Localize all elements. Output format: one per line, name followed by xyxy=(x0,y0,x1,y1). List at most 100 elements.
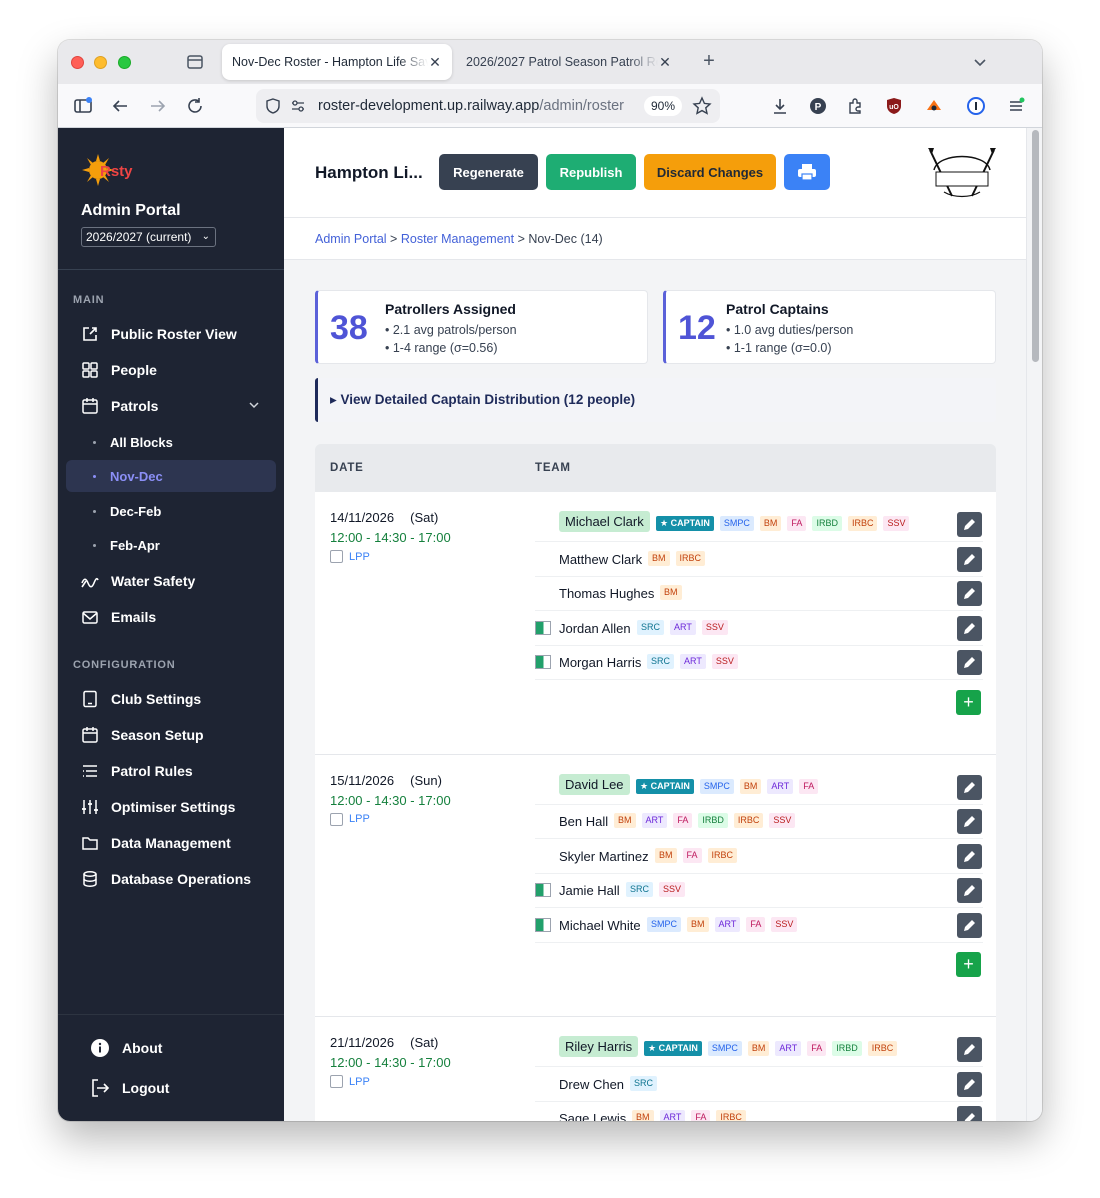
member-name[interactable]: David Lee xyxy=(559,773,630,795)
member-name[interactable]: Riley Harris xyxy=(559,1036,639,1057)
add-member-button[interactable]: + xyxy=(956,952,981,977)
add-member-button[interactable]: + xyxy=(956,689,981,715)
lpp-checkbox[interactable]: LPP xyxy=(330,1075,370,1088)
member-name[interactable]: Drew Chen xyxy=(559,1077,624,1092)
day-date: 21/11/2026 (Sat) xyxy=(330,1035,439,1050)
sidebar-item-patrol-rules[interactable]: Patrol Rules xyxy=(66,754,276,788)
close-icon[interactable]: ✕ xyxy=(658,54,672,71)
chevron-down-icon: ⌄ xyxy=(201,231,210,242)
member-name[interactable]: Matthew Clark xyxy=(559,552,642,567)
sidebar-item-water-safety[interactable]: Water Safety xyxy=(66,564,276,598)
main-content: Hampton Li... Regenerate Republish Disca… xyxy=(284,128,1026,1121)
member-name[interactable]: Thomas Hughes xyxy=(559,586,654,601)
sidebar-item-about[interactable]: About xyxy=(66,1031,276,1065)
edit-button[interactable] xyxy=(957,1037,982,1062)
sidebar-item-season-setup[interactable]: Season Setup xyxy=(66,718,276,752)
new-tab-icon[interactable]: + xyxy=(698,50,720,72)
member-name[interactable]: Ben Hall xyxy=(559,814,608,829)
forward-arrow-icon[interactable] xyxy=(148,96,168,116)
chevron-down-icon[interactable] xyxy=(970,52,990,72)
edit-button[interactable] xyxy=(957,878,982,903)
edit-button[interactable] xyxy=(957,581,982,606)
pencil-icon xyxy=(964,781,975,793)
season-select[interactable]: 2026/2027 (current) ⌄ xyxy=(81,227,216,247)
member-name[interactable]: Michael Clark xyxy=(559,511,650,532)
edit-button[interactable] xyxy=(957,809,982,834)
sidebar-subitem-nov-dec[interactable]: Nov-Dec xyxy=(66,460,276,492)
stat-card-captains: 12 Patrol Captains • 1.0 avg duties/pers… xyxy=(663,290,996,364)
sidebar-item-optimiser-settings[interactable]: Optimiser Settings xyxy=(66,790,276,824)
edit-button[interactable] xyxy=(957,546,982,572)
permissions-icon[interactable] xyxy=(290,98,306,114)
grid-icon xyxy=(82,362,98,378)
edit-button[interactable] xyxy=(957,1106,982,1121)
star-icon[interactable] xyxy=(692,96,712,116)
checkbox[interactable] xyxy=(330,1075,343,1088)
member-name[interactable]: Michael White xyxy=(559,918,641,933)
sidebar-item-people[interactable]: People xyxy=(66,353,276,387)
sidebar-item-public-roster-view[interactable]: Public Roster View xyxy=(66,317,276,351)
minimize-window-button[interactable] xyxy=(94,56,107,69)
lpp-checkbox[interactable]: LPP xyxy=(330,812,370,826)
checkbox[interactable] xyxy=(330,812,343,826)
password-manager-icon[interactable] xyxy=(966,96,986,116)
checkbox[interactable] xyxy=(330,550,343,563)
print-button[interactable] xyxy=(784,154,830,190)
edit-button[interactable] xyxy=(957,912,982,938)
member-name[interactable]: Morgan Harris xyxy=(559,655,641,670)
member-name[interactable]: Jamie Hall xyxy=(559,883,620,898)
sidebar-subitem-all-blocks[interactable]: All Blocks xyxy=(66,426,276,458)
zoom-level[interactable]: 90% xyxy=(644,96,683,116)
info-icon xyxy=(91,1039,109,1057)
close-icon[interactable]: ✕ xyxy=(428,54,442,71)
sidebar-item-patrols[interactable]: Patrols xyxy=(66,389,276,423)
sidebar-subitem-feb-apr[interactable]: Feb-Apr xyxy=(66,529,276,561)
edit-button[interactable] xyxy=(957,843,982,869)
qualification-badges: SRC xyxy=(630,1075,658,1091)
close-window-button[interactable] xyxy=(71,56,84,69)
url-text[interactable]: roster-development.up.railway.app/admin/… xyxy=(318,98,638,114)
member-name[interactable]: Sage Lewis xyxy=(559,1111,626,1121)
menu-icon[interactable] xyxy=(1006,96,1026,116)
sidebar-item-database-operations[interactable]: Database Operations xyxy=(66,862,276,896)
sidebar-toggle-icon[interactable] xyxy=(73,96,93,116)
maximize-window-button[interactable] xyxy=(118,56,131,69)
extension-fox-icon[interactable] xyxy=(924,96,944,116)
day-time: 12:00 - 14:30 - 17:00 xyxy=(330,1055,451,1070)
tab-overview-icon[interactable] xyxy=(186,53,204,71)
reload-icon[interactable] xyxy=(185,96,205,116)
sidebar-item-data-management[interactable]: Data Management xyxy=(66,826,276,860)
member-name[interactable]: Jordan Allen xyxy=(559,621,631,636)
browser-tab-active[interactable]: Nov-Dec Roster - Hampton Life Saving Clu… xyxy=(222,44,452,80)
day-block: 21/11/2026 (Sat) 12:00 - 14:30 - 17:00 LPP R… xyxy=(315,1017,996,1121)
breadcrumb-admin-portal[interactable]: Admin Portal xyxy=(315,232,387,246)
edit-button[interactable] xyxy=(957,512,982,537)
regenerate-button[interactable]: Regenerate xyxy=(439,154,538,190)
qualification-badge: IRBC xyxy=(867,1041,898,1056)
breadcrumb-roster-management[interactable]: Roster Management xyxy=(401,232,514,246)
url-bar[interactable]: roster-development.up.railway.app/admin/… xyxy=(256,89,720,123)
member-name[interactable]: Skyler Martinez xyxy=(559,849,649,864)
ublock-icon[interactable]: uO xyxy=(884,96,904,116)
captain-distribution-toggle[interactable]: ▸ View Detailed Captain Distribution (12… xyxy=(315,378,996,422)
extensions-icon[interactable] xyxy=(845,96,865,116)
profile-p-icon[interactable]: P xyxy=(808,96,828,116)
browser-tab[interactable]: 2026/2027 Patrol Season Patrol Roster ✕ xyxy=(456,44,682,80)
back-arrow-icon[interactable] xyxy=(110,96,130,116)
pencil-icon xyxy=(964,1044,975,1055)
sidebar-item-club-settings[interactable]: Club Settings xyxy=(66,682,276,716)
edit-button[interactable] xyxy=(957,615,982,641)
discard-changes-button[interactable]: Discard Changes xyxy=(644,154,776,190)
download-icon[interactable] xyxy=(770,96,790,116)
edit-button[interactable] xyxy=(957,650,982,675)
scrollbar-thumb[interactable] xyxy=(1032,130,1039,362)
shield-icon[interactable] xyxy=(264,97,282,115)
sidebar-item-emails[interactable]: Emails xyxy=(66,600,276,634)
lpp-checkbox[interactable]: LPP xyxy=(330,550,370,563)
sidebar-item-logout[interactable]: Logout xyxy=(66,1071,276,1105)
republish-button[interactable]: Republish xyxy=(546,154,636,190)
edit-button[interactable] xyxy=(957,774,982,800)
page-scrollbar[interactable] xyxy=(1026,128,1042,1121)
edit-button[interactable] xyxy=(957,1071,982,1097)
sidebar-subitem-dec-feb[interactable]: Dec-Feb xyxy=(66,495,276,527)
